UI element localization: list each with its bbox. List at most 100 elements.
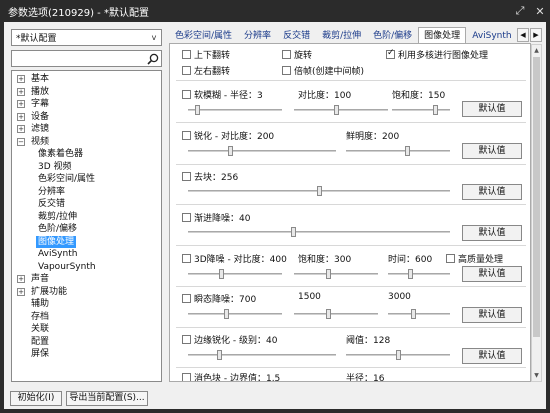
tree-item[interactable]: 色阶/偏移 (12, 223, 161, 236)
export-config-button[interactable]: 导出当前配置(S)... (66, 391, 148, 406)
slider-thumb[interactable] (224, 309, 229, 319)
tree-item[interactable]: + 播放 (12, 86, 161, 99)
expand-icon[interactable]: + (17, 125, 25, 134)
tree-item[interactable]: 色彩空间/属性 (12, 173, 161, 186)
hq-checkbox[interactable] (446, 254, 455, 263)
expand-icon[interactable]: + (17, 87, 25, 96)
denoise-checkbox[interactable] (182, 213, 191, 222)
restore-icon[interactable]: ⤢ (510, 0, 530, 22)
tree-item[interactable]: + 基本 (12, 73, 161, 86)
tree-item[interactable]: 配置 (12, 336, 161, 349)
temporal-slider-1[interactable] (188, 309, 282, 319)
denoise3d-default-button[interactable]: 默认值 (462, 266, 522, 282)
tree-item[interactable]: 关联 (12, 323, 161, 336)
deblock-default-button[interactable]: 默认值 (462, 184, 522, 200)
page-scrollbar[interactable]: ▲ ▼ (531, 44, 542, 382)
tree-item[interactable]: 屏保 (12, 348, 161, 361)
collapse-icon[interactable]: − (17, 137, 25, 146)
close-icon[interactable]: ✕ (530, 0, 550, 22)
flip-horizontal-option[interactable]: 左右翻转 (182, 64, 230, 77)
tree-item[interactable]: AviSynth (12, 248, 161, 261)
tree-item[interactable]: + 声音 (12, 273, 161, 286)
tree-item[interactable]: 辅助 (12, 298, 161, 311)
tree-item[interactable]: 3D 视频 (12, 161, 161, 174)
dering-checkbox[interactable] (182, 373, 191, 381)
expand-icon[interactable]: + (17, 112, 25, 121)
rotate-checkbox[interactable] (282, 50, 291, 59)
tree-item[interactable]: 分辨率 (12, 186, 161, 199)
scroll-down-icon[interactable]: ▼ (532, 370, 541, 381)
slider-thumb[interactable] (228, 146, 233, 156)
sharpen-brightness-slider[interactable] (346, 146, 450, 156)
soft-blur-saturation-slider[interactable] (392, 105, 450, 115)
deblock-checkbox[interactable] (182, 172, 191, 181)
tree-item[interactable]: 存档 (12, 311, 161, 324)
scroll-thumb[interactable] (533, 57, 540, 337)
soft-blur-checkbox[interactable] (182, 90, 191, 99)
temporal-denoise-option[interactable]: 瞬态降噪：700 (182, 292, 256, 305)
slider-thumb[interactable] (411, 309, 416, 319)
denoise-option[interactable]: 渐进降噪：40 (182, 211, 250, 224)
sharpen-contrast-slider[interactable] (188, 146, 336, 156)
slider-thumb[interactable] (433, 105, 438, 115)
expand-icon[interactable]: + (17, 287, 25, 296)
tab[interactable]: AviSynth (466, 27, 517, 43)
soft-blur-contrast-slider[interactable] (294, 105, 388, 115)
tree-item[interactable]: 裁剪/拉伸 (12, 211, 161, 224)
tab[interactable]: 图像处理 (418, 27, 467, 43)
flip-horizontal-checkbox[interactable] (182, 66, 191, 75)
slider-thumb[interactable] (408, 269, 413, 279)
hq-option[interactable]: 高质量处理 (446, 252, 503, 265)
edge-sharpen-option[interactable]: 边缘锐化 - 级别：40 (182, 333, 277, 346)
search-input[interactable] (12, 51, 147, 66)
multicore-checkbox[interactable] (386, 48, 395, 59)
profile-select[interactable]: *默认配置 v (11, 29, 162, 46)
double-frame-checkbox[interactable] (282, 66, 291, 75)
tab[interactable]: 反交错 (277, 27, 316, 43)
temporal-slider-2[interactable] (294, 309, 378, 319)
deblock-slider[interactable] (188, 186, 450, 196)
soft-blur-option[interactable]: 软模糊 - 半径：3 (182, 88, 263, 101)
denoise3d-option[interactable]: 3D降噪 - 对比度：400 (182, 252, 287, 265)
rotate-option[interactable]: 旋转 (282, 48, 312, 61)
slider-thumb[interactable] (334, 105, 339, 115)
denoise-slider[interactable] (188, 227, 450, 237)
tree-item[interactable]: 像素着色器 (12, 148, 161, 161)
slider-thumb[interactable] (217, 350, 222, 360)
slider-thumb[interactable] (326, 269, 331, 279)
dering-option[interactable]: 消色块 - 边界值：1.5 (182, 371, 280, 381)
soft-blur-radius-slider[interactable] (188, 105, 282, 115)
tree-item[interactable]: + 字幕 (12, 98, 161, 111)
tab[interactable]: 裁剪/拉伸 (316, 27, 367, 43)
expand-icon[interactable]: + (17, 75, 25, 84)
tree-item[interactable]: + 滤镜 (12, 123, 161, 136)
slider-thumb[interactable] (326, 309, 331, 319)
sharpen-checkbox[interactable] (182, 131, 191, 140)
slider-thumb[interactable] (219, 269, 224, 279)
edge-level-slider[interactable] (188, 350, 336, 360)
double-frame-option[interactable]: 倍帧(创建中间帧) (282, 64, 364, 77)
tab-scroll-left[interactable]: ◀ (517, 28, 529, 42)
expand-icon[interactable]: + (17, 275, 25, 284)
temporal-slider-3[interactable] (388, 309, 450, 319)
denoise3d-time-slider[interactable] (388, 269, 450, 279)
slider-thumb[interactable] (396, 350, 401, 360)
denoise-default-button[interactable]: 默认值 (462, 225, 522, 241)
temporal-denoise-checkbox[interactable] (182, 294, 191, 303)
slider-thumb[interactable] (405, 146, 410, 156)
slider-thumb[interactable] (291, 227, 296, 237)
tree-item[interactable]: + 设备 (12, 111, 161, 124)
sharpen-option[interactable]: 锐化 - 对比度：200 (182, 129, 274, 142)
tab-scroll-right[interactable]: ▶ (530, 28, 542, 42)
expand-icon[interactable]: + (17, 100, 25, 109)
sharpen-default-button[interactable]: 默认值 (462, 143, 522, 159)
soft-blur-default-button[interactable]: 默认值 (462, 101, 522, 117)
flip-vertical-checkbox[interactable] (182, 50, 191, 59)
flip-vertical-option[interactable]: 上下翻转 (182, 48, 230, 61)
scroll-up-icon[interactable]: ▲ (532, 45, 541, 56)
tab[interactable]: 分辨率 (238, 27, 277, 43)
tree-item[interactable]: VapourSynth (12, 261, 161, 274)
deblock-option[interactable]: 去块：256 (182, 170, 238, 183)
edge-default-button[interactable]: 默认值 (462, 348, 522, 364)
multicore-option[interactable]: 利用多核进行图像处理 (386, 48, 488, 61)
